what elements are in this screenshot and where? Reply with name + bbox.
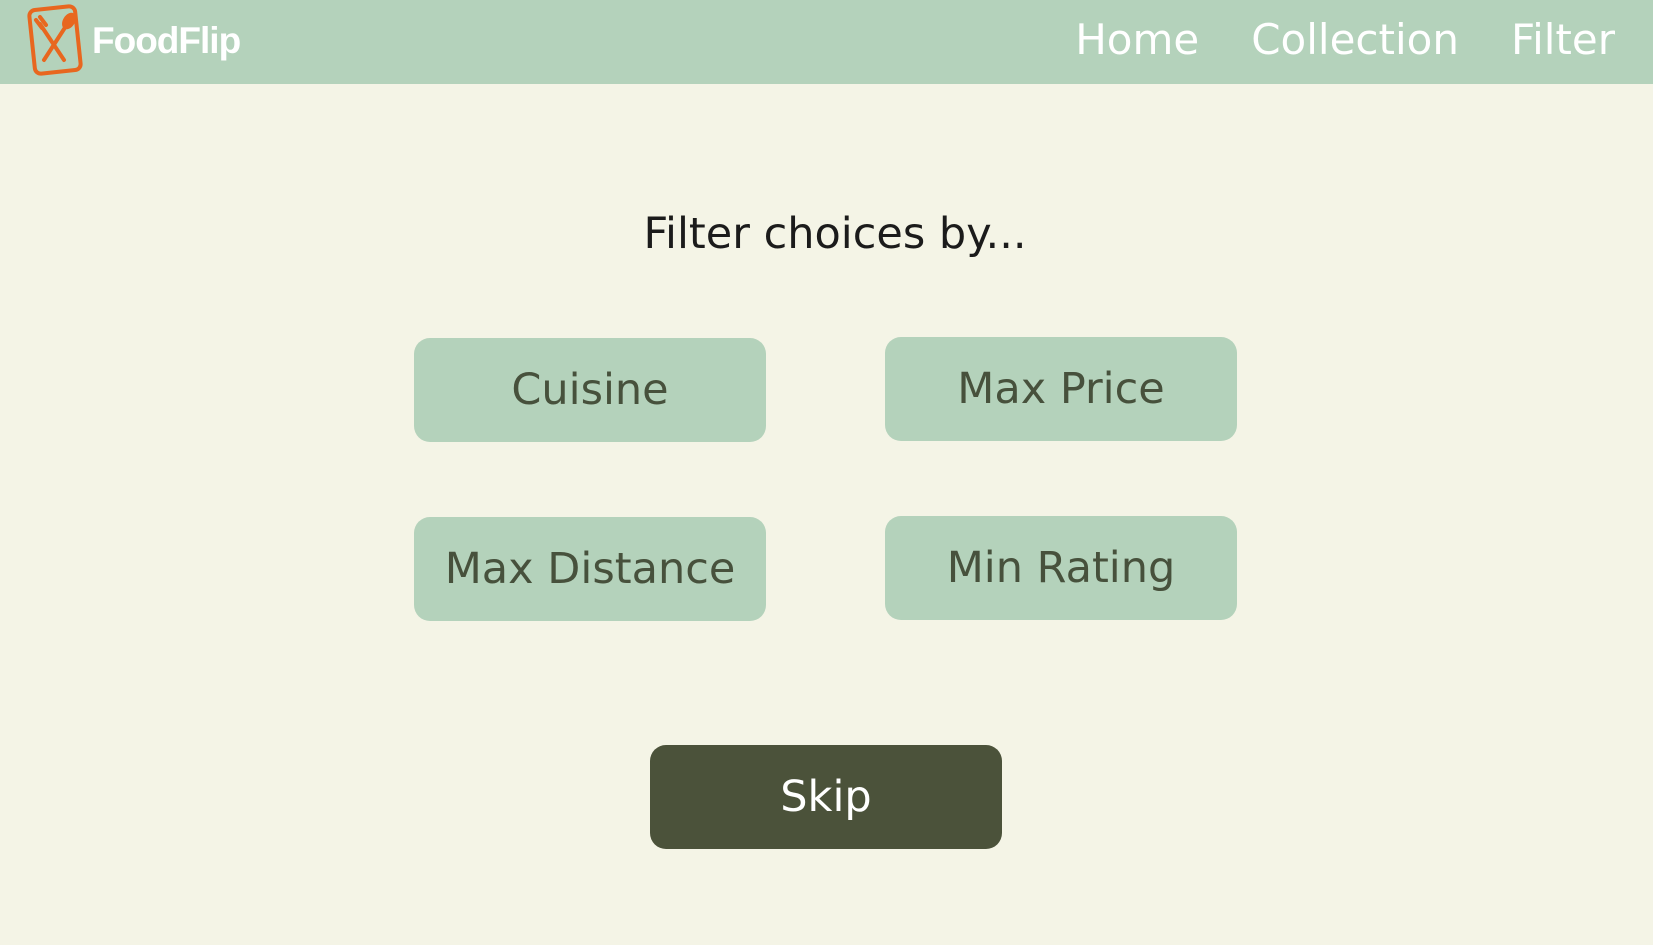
nav-filter-link[interactable]: Filter bbox=[1511, 14, 1615, 66]
page-heading: Filter choices by... bbox=[643, 209, 1027, 259]
nav-home-link[interactable]: Home bbox=[1075, 14, 1199, 66]
min-rating-filter-button[interactable]: Min Rating bbox=[885, 516, 1237, 620]
max-price-filter-button[interactable]: Max Price bbox=[885, 337, 1237, 441]
nav-collection-link[interactable]: Collection bbox=[1251, 14, 1459, 66]
brand-logo[interactable]: FoodFlip bbox=[26, 4, 241, 76]
fork-spoon-icon bbox=[27, 4, 83, 76]
max-distance-filter-button[interactable]: Max Distance bbox=[414, 517, 766, 621]
brand-name: FoodFlip bbox=[92, 19, 241, 61]
top-navbar: FoodFlip Home Collection Filter bbox=[0, 0, 1653, 84]
cuisine-filter-button[interactable]: Cuisine bbox=[414, 338, 766, 442]
skip-button[interactable]: Skip bbox=[650, 745, 1002, 849]
nav-links: Home Collection Filter bbox=[1075, 14, 1615, 66]
